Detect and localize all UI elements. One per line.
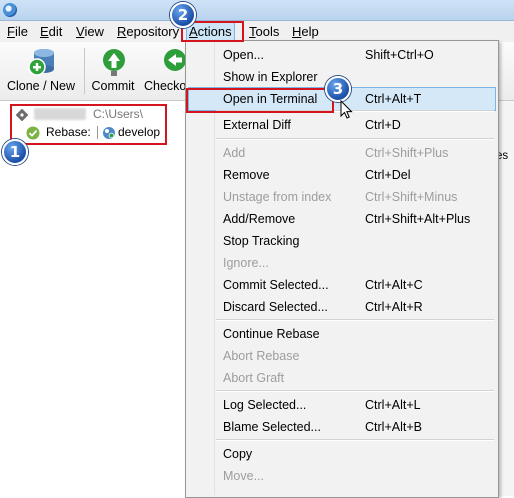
clone-new-button[interactable]: Clone / New	[2, 42, 80, 100]
menu-item-move[interactable]: Move...	[187, 465, 495, 487]
menu-item-label: Unstage from index	[223, 190, 332, 204]
checkout-button[interactable]: Checko	[140, 42, 188, 100]
menu-item-label: Stop Tracking	[223, 234, 300, 248]
menu-item-label: Commit Selected...	[223, 278, 329, 292]
menu-item-label: Show in Explorer	[223, 70, 318, 84]
menu-item-abort-graft[interactable]: Abort Graft	[187, 367, 495, 389]
menu-item-shortcut: Ctrl+Alt+B	[365, 420, 422, 434]
menu-item-stop-tracking[interactable]: Stop Tracking	[187, 230, 495, 252]
menu-item-commit-selected[interactable]: Commit Selected... Ctrl+Alt+C	[187, 274, 495, 296]
toolbar-separator	[84, 48, 85, 94]
database-add-icon	[28, 49, 54, 76]
menu-item-add-remove[interactable]: Add/Remove Ctrl+Shift+Alt+Plus	[187, 208, 495, 230]
menu-item-shortcut: Shift+Ctrl+O	[365, 48, 434, 62]
menu-item-open[interactable]: Open... Shift+Ctrl+O	[187, 44, 495, 66]
commit-icon	[103, 49, 125, 76]
app-icon	[3, 3, 17, 17]
menu-repository[interactable]: Repository	[115, 24, 181, 39]
menu-item-shortcut: Ctrl+Shift+Plus	[365, 146, 449, 160]
menu-item-abort-rebase[interactable]: Abort Rebase	[187, 345, 495, 367]
menu-item-blame-selected[interactable]: Blame Selected... Ctrl+Alt+B	[187, 416, 495, 438]
menu-separator	[216, 319, 494, 321]
menu-item-label: Copy	[223, 447, 253, 461]
menu-file[interactable]: File	[5, 24, 30, 39]
menu-item-ignore[interactable]: Ignore...	[187, 252, 495, 274]
checkout-label: Checko	[144, 79, 187, 93]
callout-badge-1: 1	[2, 139, 28, 165]
menu-item-label: Abort Rebase	[223, 349, 300, 363]
menu-item-discard-selected[interactable]: Discard Selected... Ctrl+Alt+R	[187, 296, 495, 318]
menu-help[interactable]: Help	[290, 24, 321, 39]
menu-item-shortcut: Ctrl+Alt+T	[365, 92, 422, 106]
callout-badge-2: 2	[170, 2, 196, 28]
commit-button[interactable]: Commit	[88, 42, 138, 100]
menu-item-remove[interactable]: Remove Ctrl+Del	[187, 164, 495, 186]
menu-item-continue-rebase[interactable]: Continue Rebase	[187, 323, 495, 345]
menu-item-label: Blame Selected...	[223, 420, 321, 434]
title-bar	[0, 0, 514, 21]
commit-label: Commit	[91, 79, 135, 93]
callout-box-3	[186, 88, 334, 113]
menu-item-label: Add	[223, 146, 246, 160]
menu-item-shortcut: Ctrl+Alt+R	[365, 300, 423, 314]
mouse-cursor-icon	[340, 100, 353, 119]
menu-item-label: Open...	[223, 48, 264, 62]
menu-item-shortcut: Ctrl+D	[365, 118, 401, 132]
menu-item-shortcut: Ctrl+Shift+Alt+Plus	[365, 212, 471, 226]
menu-item-label: External Diff	[223, 118, 291, 132]
menu-item-log-selected[interactable]: Log Selected... Ctrl+Alt+L	[187, 394, 495, 416]
menu-item-shortcut: Ctrl+Alt+C	[365, 278, 423, 292]
menu-item-copy[interactable]: Copy	[187, 443, 495, 465]
menu-bar: File Edit View Repository Actions Tools …	[0, 21, 514, 42]
menu-separator	[216, 138, 494, 140]
menu-item-shortcut: Ctrl+Alt+L	[365, 398, 421, 412]
clone-new-label: Clone / New	[6, 79, 76, 93]
menu-item-label: Log Selected...	[223, 398, 307, 412]
menu-separator	[216, 390, 494, 392]
menu-item-add[interactable]: Add Ctrl+Shift+Plus	[187, 142, 495, 164]
menu-view[interactable]: View	[74, 24, 106, 39]
menu-item-unstage-from-index[interactable]: Unstage from index Ctrl+Shift+Minus	[187, 186, 495, 208]
menu-item-label: Continue Rebase	[223, 327, 320, 341]
menu-item-shortcut: Ctrl+Del	[365, 168, 411, 182]
menu-item-label: Move...	[223, 469, 264, 483]
menu-item-label: Discard Selected...	[223, 300, 328, 314]
menu-item-label: Remove	[223, 168, 270, 182]
callout-box-1	[10, 104, 167, 145]
menu-item-label: Ignore...	[223, 256, 269, 270]
menu-item-label: Add/Remove	[223, 212, 296, 226]
menu-item-label: Abort Graft	[223, 371, 285, 385]
menu-item-shortcut: Ctrl+Shift+Minus	[365, 190, 458, 204]
callout-badge-3: 3	[325, 76, 351, 102]
menu-separator	[216, 439, 494, 441]
menu-edit[interactable]: Edit	[38, 24, 64, 39]
menu-tools[interactable]: Tools	[247, 24, 281, 39]
repository-sidebar: C:\Users\ Rebase: develop	[0, 101, 186, 496]
